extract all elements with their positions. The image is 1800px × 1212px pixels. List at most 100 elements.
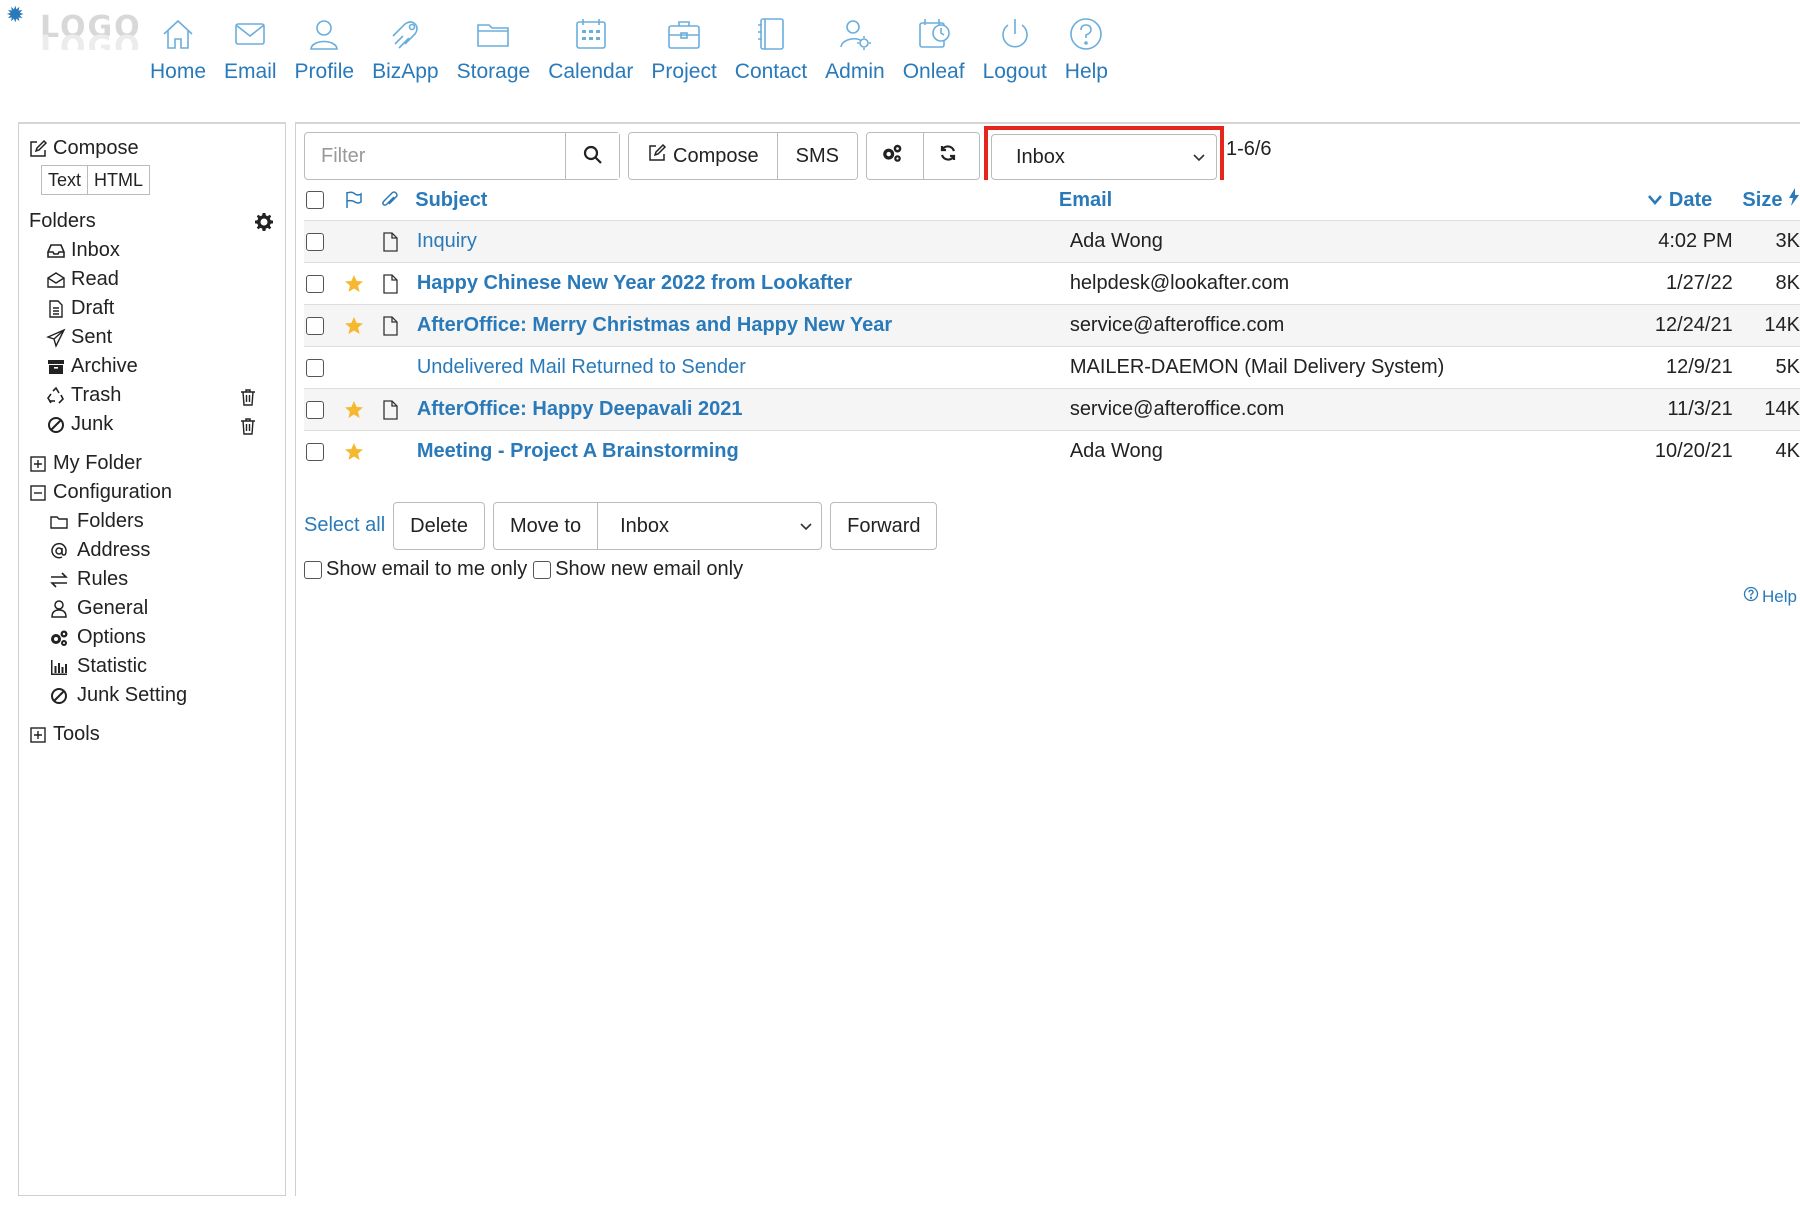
show-new-checkbox[interactable]: [533, 560, 552, 579]
star-icon[interactable]: [344, 316, 382, 336]
flag-column-icon[interactable]: [343, 190, 380, 210]
select-all-link[interactable]: Select all: [304, 514, 385, 537]
star-icon[interactable]: [344, 400, 382, 420]
star-icon[interactable]: [344, 442, 382, 462]
config-address[interactable]: Address: [19, 536, 285, 565]
ban-icon: [45, 414, 67, 436]
sidebar-folder-inbox[interactable]: Inbox: [19, 236, 285, 265]
row-subject[interactable]: Inquiry: [417, 230, 1070, 253]
table-row[interactable]: AfterOffice: Merry Christmas and Happy N…: [304, 304, 1800, 346]
top-navigation: ✹ LOGO LOGO Home Email Profile BizApp St…: [0, 0, 1800, 120]
search-button[interactable]: [565, 133, 619, 179]
show-to-me-option[interactable]: Show email to me only: [304, 558, 527, 581]
nav-label: Storage: [456, 60, 531, 83]
size-column-header[interactable]: Size: [1712, 188, 1800, 212]
settings-button[interactable]: [866, 133, 923, 179]
nav-logout[interactable]: Logout: [983, 14, 1047, 84]
config-options[interactable]: Options: [19, 623, 285, 652]
logo[interactable]: ✹ LOGO LOGO: [6, 4, 140, 54]
mail-main-panel: Compose SMS Inbox 1-6/6 Subject Emai: [295, 122, 1800, 1196]
nav-profile[interactable]: Profile: [295, 14, 354, 84]
folder-settings-gear-icon[interactable]: [253, 211, 275, 233]
sidebar-folder-draft[interactable]: Draft: [19, 294, 285, 323]
folder-select[interactable]: Inbox: [990, 134, 1217, 180]
empty-trash-icon[interactable]: [237, 386, 259, 408]
refresh-button[interactable]: [922, 133, 979, 179]
select-all-checkbox[interactable]: [304, 191, 343, 209]
nav-help[interactable]: Help: [1065, 14, 1108, 84]
help-link[interactable]: Help: [1743, 586, 1797, 607]
email-column-header[interactable]: Email: [1059, 189, 1576, 212]
sidebar-configuration[interactable]: Configuration: [19, 478, 285, 507]
nav-storage[interactable]: Storage: [456, 14, 531, 84]
row-subject[interactable]: AfterOffice: Happy Deepavali 2021: [417, 398, 1070, 421]
filter-input[interactable]: [305, 133, 565, 179]
config-folders[interactable]: Folders: [19, 507, 285, 536]
table-row[interactable]: Inquiry Ada Wong 4:02 PM 3K: [304, 220, 1800, 262]
config-rules[interactable]: Rules: [19, 565, 285, 594]
table-row[interactable]: Meeting - Project A Brainstorming Ada Wo…: [304, 430, 1800, 472]
recycle-icon: [45, 385, 67, 407]
nav-admin[interactable]: Admin: [825, 14, 885, 84]
show-new-option[interactable]: Show new email only: [533, 558, 743, 581]
row-subject[interactable]: AfterOffice: Merry Christmas and Happy N…: [417, 314, 1070, 337]
row-date: 4:02 PM: [1658, 230, 1733, 252]
row-checkbox[interactable]: [304, 358, 344, 377]
compose-button[interactable]: Compose: [629, 133, 777, 179]
empty-junk-icon[interactable]: [237, 415, 259, 437]
subject-column-header[interactable]: Subject: [415, 189, 1059, 212]
sidebar-folder-archive[interactable]: Archive: [19, 352, 285, 381]
nav-calendar[interactable]: Calendar: [548, 14, 633, 84]
document-icon: [381, 273, 417, 294]
show-to-me-checkbox[interactable]: [304, 560, 322, 579]
nav-home[interactable]: Home: [150, 14, 206, 84]
sidebar-folder-sent[interactable]: Sent: [19, 323, 285, 352]
nav-bizapp[interactable]: BizApp: [372, 14, 439, 84]
table-row[interactable]: AfterOffice: Happy Deepavali 2021 servic…: [304, 388, 1800, 430]
nav-onleaf[interactable]: Onleaf: [903, 14, 965, 84]
sidebar-folder-junk[interactable]: Junk: [19, 410, 285, 439]
nav-email[interactable]: Email: [224, 14, 277, 84]
row-subject[interactable]: Meeting - Project A Brainstorming: [417, 440, 1070, 463]
row-checkbox[interactable]: [304, 316, 344, 335]
nav-label: Onleaf: [902, 60, 965, 83]
row-checkbox[interactable]: [304, 442, 344, 461]
nav-project[interactable]: Project: [651, 14, 717, 84]
sms-button[interactable]: SMS: [776, 133, 857, 179]
compose-html-button[interactable]: HTML: [88, 165, 151, 195]
row-subject[interactable]: Undelivered Mail Returned to Sender: [417, 356, 1070, 379]
configuration-label: Configuration: [53, 481, 172, 503]
calendar-icon: [571, 14, 611, 54]
sidebar-folder-read[interactable]: Read: [19, 265, 285, 294]
row-checkbox[interactable]: [304, 274, 344, 293]
row-subject[interactable]: Happy Chinese New Year 2022 from Lookaft…: [417, 272, 1070, 295]
sidebar-folder-trash[interactable]: Trash: [19, 381, 285, 410]
delete-button[interactable]: Delete: [393, 502, 485, 550]
document-icon: [381, 315, 417, 336]
compose-format-group: Text HTML: [41, 165, 285, 195]
star-icon[interactable]: [344, 274, 382, 294]
forward-button[interactable]: Forward: [830, 502, 938, 550]
sidebar-tools[interactable]: Tools: [19, 720, 285, 749]
row-checkbox[interactable]: [304, 232, 344, 251]
config-statistic[interactable]: Statistic: [19, 652, 285, 681]
table-row[interactable]: Happy Chinese New Year 2022 from Lookaft…: [304, 262, 1800, 304]
compose-text-button[interactable]: Text: [41, 165, 89, 195]
move-group: Move to Inbox: [492, 502, 823, 550]
home-icon: [158, 14, 198, 54]
sidebar-my-folder[interactable]: My Folder: [19, 449, 285, 478]
attachment-column-icon[interactable]: [380, 190, 415, 210]
date-column-header[interactable]: Date: [1576, 189, 1712, 212]
row-size: 14K: [1764, 314, 1800, 336]
bolt-icon: [1788, 188, 1800, 211]
config-junk-setting[interactable]: Junk Setting: [19, 681, 285, 710]
nav-label: Admin: [825, 60, 885, 83]
nav-label: Project: [651, 60, 717, 83]
table-row[interactable]: Undelivered Mail Returned to Sender MAIL…: [304, 346, 1800, 388]
sidebar-compose[interactable]: Compose: [19, 134, 285, 163]
row-checkbox[interactable]: [304, 400, 344, 419]
nav-contact[interactable]: Contact: [735, 14, 807, 84]
move-target-select[interactable]: Inbox: [598, 502, 823, 550]
config-general[interactable]: General: [19, 594, 285, 623]
move-to-button[interactable]: Move to: [492, 502, 599, 550]
